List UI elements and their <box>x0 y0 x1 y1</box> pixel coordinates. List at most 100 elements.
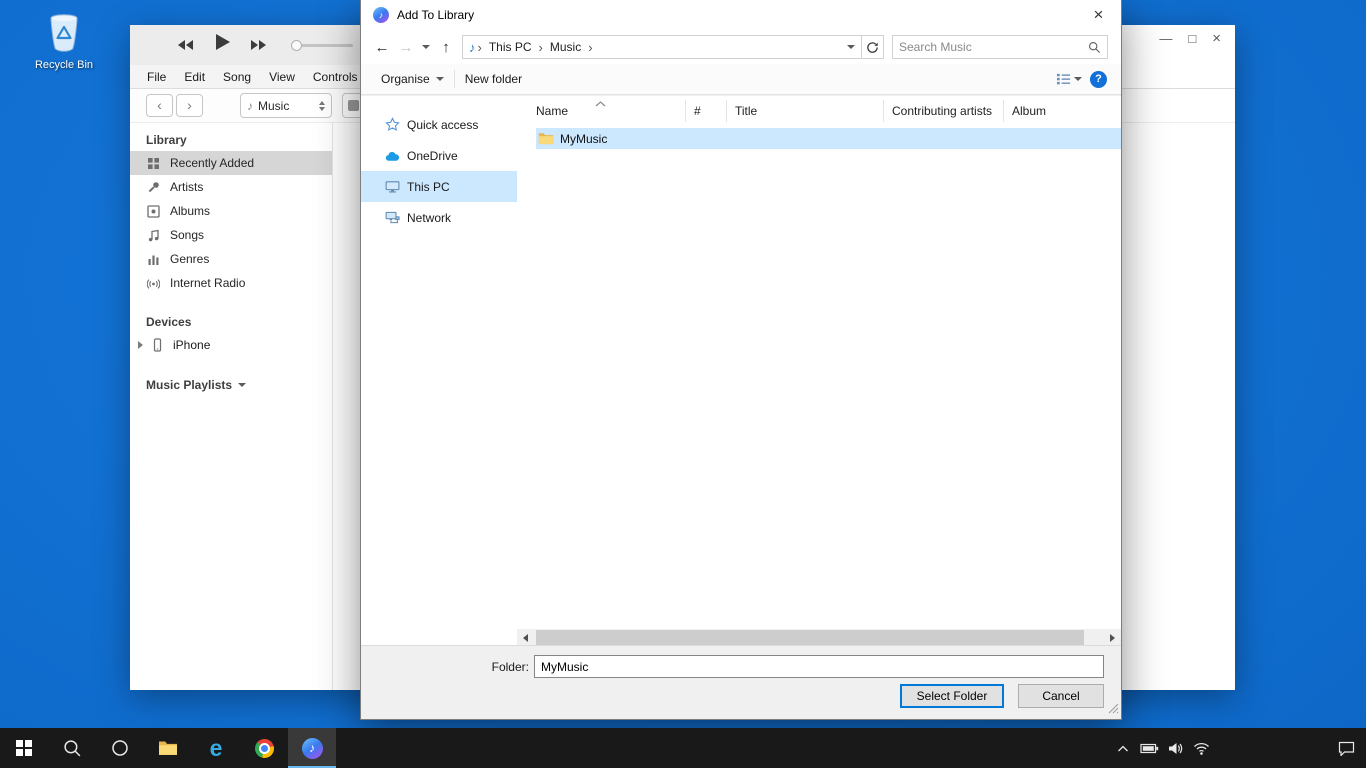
sidebar-item-iphone[interactable]: iPhone <box>130 333 332 356</box>
column-title[interactable]: Title <box>727 100 884 122</box>
menu-song[interactable]: Song <box>214 70 260 84</box>
scroll-right-button[interactable] <box>1104 629 1121 646</box>
nav-item-quick-access[interactable]: Quick access <box>361 109 517 140</box>
volume-knob[interactable] <box>291 40 302 51</box>
navigation-pane: Quick access OneDrive This PC <box>361 96 517 646</box>
search-input[interactable] <box>899 40 1088 54</box>
sidebar-item-internet-radio[interactable]: Internet Radio <box>130 271 332 295</box>
cancel-button[interactable]: Cancel <box>1018 684 1104 708</box>
minimize-icon[interactable]: — <box>1159 29 1172 49</box>
nav-item-network[interactable]: Network <box>361 202 517 233</box>
itunes-forward-button[interactable]: › <box>176 94 203 117</box>
itunes-icon: ♪ <box>302 738 323 759</box>
action-center-icon <box>1338 741 1355 756</box>
file-explorer-button[interactable] <box>144 728 192 768</box>
organise-button[interactable]: Organise <box>371 64 454 94</box>
help-button[interactable]: ? <box>1090 71 1107 88</box>
scroll-left-button[interactable] <box>517 629 534 646</box>
fast-forward-button[interactable] <box>250 38 268 55</box>
edge-button[interactable]: e <box>192 728 240 768</box>
search-box <box>892 35 1108 59</box>
rewind-button[interactable] <box>176 38 194 55</box>
volume-slider[interactable] <box>293 44 353 47</box>
play-button[interactable] <box>212 32 232 55</box>
folder-name-input[interactable] <box>534 655 1104 678</box>
menu-view[interactable]: View <box>260 70 304 84</box>
resize-grip[interactable] <box>1107 702 1119 717</box>
media-selector[interactable]: ♪ Music <box>240 93 332 118</box>
folder-label: Folder: <box>361 660 529 674</box>
star-icon <box>385 117 400 132</box>
scrollbar-thumb[interactable] <box>536 630 1084 645</box>
volume-icon[interactable] <box>1162 742 1188 755</box>
folder-icon <box>538 132 554 145</box>
breadcrumb-music[interactable]: Music <box>545 40 586 54</box>
library-header: Library <box>146 133 332 147</box>
forward-button[interactable]: → <box>394 39 418 56</box>
menu-controls[interactable]: Controls <box>304 70 367 84</box>
action-center-button[interactable] <box>1326 741 1366 756</box>
itunes-back-button[interactable]: ‹ <box>146 94 173 117</box>
refresh-icon <box>866 41 879 54</box>
itunes-taskbar-button[interactable]: ♪ <box>288 728 336 768</box>
chrome-button[interactable] <box>240 728 288 768</box>
sidebar-item-label: iPhone <box>173 338 210 352</box>
playlists-header[interactable]: Music Playlists <box>146 378 332 392</box>
itunes-window-controls: — □ × <box>1159 29 1221 49</box>
sidebar-item-genres[interactable]: Genres <box>130 247 332 271</box>
search-icon <box>1088 41 1101 54</box>
menu-edit[interactable]: Edit <box>175 70 214 84</box>
recent-locations-dropdown[interactable] <box>418 45 434 49</box>
sidebar-item-label: Songs <box>170 228 204 242</box>
select-folder-button[interactable]: Select Folder <box>900 684 1004 708</box>
new-folder-button[interactable]: New folder <box>455 64 532 94</box>
sidebar-item-songs[interactable]: Songs <box>130 223 332 247</box>
sidebar-item-albums[interactable]: Albums <box>130 199 332 223</box>
dialog-body: Quick access OneDrive This PC <box>361 96 1121 646</box>
up-button[interactable]: ↑ <box>434 39 458 56</box>
organise-label: Organise <box>381 72 430 86</box>
sidebar-item-label: Genres <box>170 252 209 266</box>
show-hidden-icons-button[interactable] <box>1110 744 1136 753</box>
expander-icon[interactable] <box>138 341 143 349</box>
column-name[interactable]: Name <box>517 100 686 122</box>
start-button[interactable] <box>0 728 48 768</box>
change-view-button[interactable] <box>1056 72 1082 86</box>
cloud-icon <box>385 150 400 162</box>
network-wifi-icon[interactable] <box>1188 742 1214 755</box>
system-tray <box>1110 728 1366 768</box>
close-icon[interactable]: × <box>1212 29 1221 49</box>
back-button[interactable]: ← <box>370 39 394 56</box>
sidebar-item-recently-added[interactable]: Recently Added <box>130 151 332 175</box>
details-view-icon <box>1056 72 1071 86</box>
address-dropdown-icon[interactable] <box>847 45 855 49</box>
nav-item-label: OneDrive <box>407 149 458 163</box>
breadcrumb-this-pc[interactable]: This PC <box>484 40 537 54</box>
nav-item-label: Network <box>407 211 451 225</box>
column-album[interactable]: Album <box>1004 100 1121 122</box>
cortana-button[interactable] <box>96 728 144 768</box>
column-number[interactable]: # <box>686 100 727 122</box>
recycle-bin[interactable]: Recycle Bin <box>26 8 102 71</box>
file-row-mymusic[interactable]: MyMusic <box>536 128 1121 149</box>
file-explorer-icon <box>158 740 178 756</box>
column-contributing-artists[interactable]: Contributing artists <box>884 100 1004 122</box>
nav-item-onedrive[interactable]: OneDrive <box>361 140 517 171</box>
monitor-icon <box>385 179 400 194</box>
chevron-up-icon <box>1117 744 1129 753</box>
sidebar-item-artists[interactable]: Artists <box>130 175 332 199</box>
chevron-down-icon <box>238 383 246 387</box>
battery-icon[interactable] <box>1136 743 1162 754</box>
refresh-button[interactable] <box>862 35 884 59</box>
horizontal-scrollbar[interactable] <box>517 629 1121 646</box>
scrollbar-track[interactable] <box>534 629 1104 646</box>
microphone-icon <box>146 181 161 194</box>
taskbar-search-button[interactable] <box>48 728 96 768</box>
breadcrumb-chevron-icon: › <box>537 40 545 55</box>
address-bar[interactable]: ♪ › This PC › Music › <box>462 35 862 59</box>
maximize-icon[interactable]: □ <box>1188 29 1196 49</box>
menu-file[interactable]: File <box>138 70 175 84</box>
close-icon[interactable]: × <box>1076 0 1121 30</box>
nav-item-this-pc[interactable]: This PC <box>361 171 517 202</box>
taskbar: e ♪ <box>0 728 1366 768</box>
